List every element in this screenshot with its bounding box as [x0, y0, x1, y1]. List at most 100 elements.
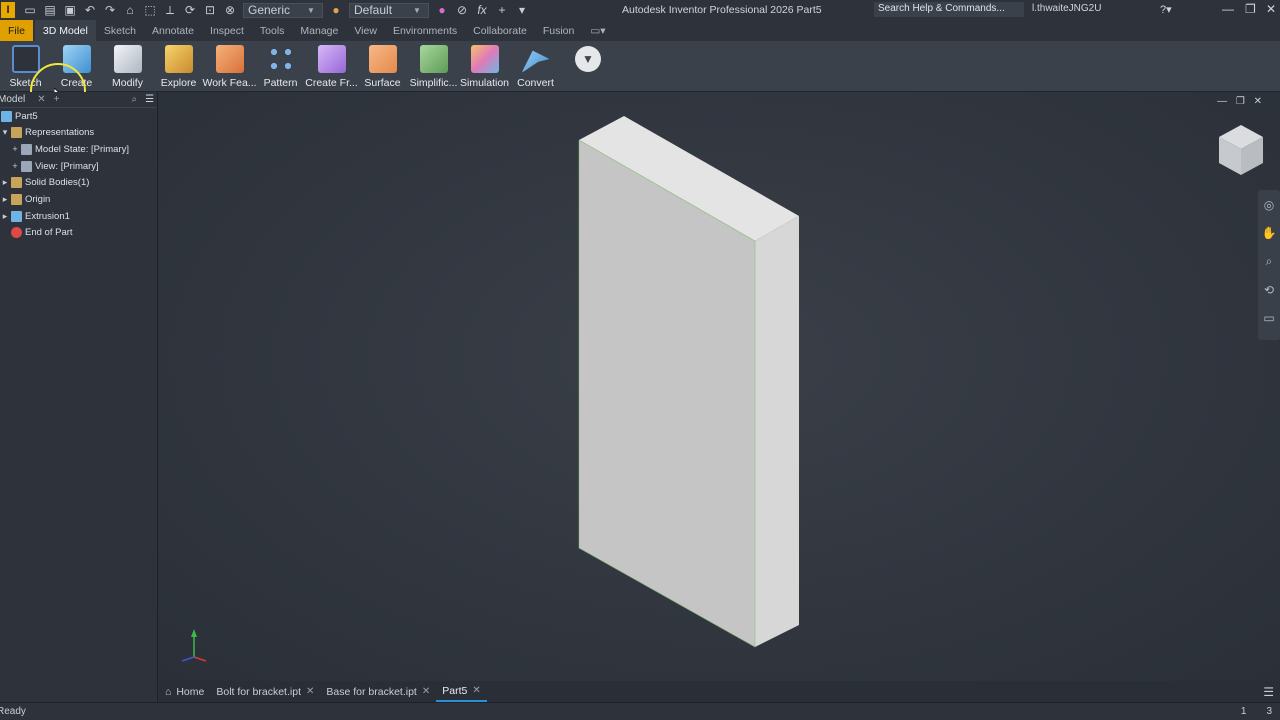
tab-inspect[interactable]: Inspect [202, 20, 252, 41]
minimize-icon[interactable]: — [1222, 2, 1234, 16]
select-icon[interactable]: ⬚ [143, 3, 157, 17]
viewport-window-controls: — ❐ ✕ [1217, 96, 1262, 107]
function-icon[interactable]: fx [475, 3, 489, 17]
browser-title[interactable]: Model [0, 94, 25, 105]
return-icon[interactable]: ⊡ [203, 3, 217, 17]
browser-node[interactable]: ▸ Solid Bodies(1) [0, 175, 89, 191]
save-icon[interactable]: ▣ [63, 3, 77, 17]
orbit-icon[interactable]: ⟲ [1264, 283, 1274, 297]
tab-environments[interactable]: Environments [385, 20, 465, 41]
browser-node[interactable]: ▸ Extrusion1 [0, 208, 70, 224]
close-icon[interactable]: ✕ [37, 94, 45, 105]
redo-icon[interactable]: ↷ [103, 3, 117, 17]
expander-icon[interactable]: ▾ [0, 127, 10, 138]
explore-icon [164, 45, 193, 73]
tab-3d-model[interactable]: 3D Model [34, 20, 96, 41]
add-icon[interactable]: + [54, 94, 60, 105]
modify-button[interactable]: Modify [102, 41, 153, 92]
home-icon: ⌂ [165, 685, 172, 698]
pattern-button[interactable]: Pattern [255, 41, 306, 92]
close-icon[interactable]: ✕ [1254, 96, 1262, 107]
restore-icon[interactable]: ❐ [1245, 2, 1256, 16]
search-icon[interactable]: ⌕ [131, 94, 137, 105]
doc-tab-home[interactable]: ⌂ Home [159, 681, 210, 702]
minimize-icon[interactable]: — [1217, 96, 1227, 107]
browser-node[interactable]: ▸ Origin [0, 192, 50, 208]
close-icon[interactable]: ✕ [422, 686, 430, 697]
undo-icon[interactable]: ↶ [83, 3, 97, 17]
tab-collaborate[interactable]: Collaborate [465, 20, 535, 41]
expander-icon[interactable]: + [10, 144, 20, 154]
look-at-icon[interactable]: ▭ [1263, 311, 1274, 325]
close-icon[interactable]: ✕ [306, 686, 314, 697]
browser-header: Model ✕ + ⌕ ☰ [0, 92, 157, 108]
app-logo[interactable]: I [1, 2, 15, 18]
menu-icon[interactable]: ☰ [145, 94, 154, 105]
steering-wheel-icon[interactable]: ◎ [1264, 198, 1274, 212]
tab-tools[interactable]: Tools [252, 20, 293, 41]
create-freeform-button[interactable]: Create Fr... [305, 41, 358, 92]
node-label: Origin [25, 194, 51, 205]
restore-icon[interactable]: ❐ [1236, 96, 1245, 107]
graphics-viewport[interactable]: — ❐ ✕ [159, 92, 1280, 681]
work-features-button[interactable]: Work Fea... [202, 41, 257, 92]
doc-tab-base-for-bracket[interactable]: Base for bracket.ipt ✕ [320, 681, 436, 702]
pan-icon[interactable]: ✋ [1262, 226, 1277, 240]
node-icon [11, 127, 22, 139]
status-text: Ready [0, 706, 26, 717]
explore-button[interactable]: Explore [153, 41, 204, 92]
document-tabs: ⌂ Home Bolt for bracket.ipt ✕ Base for b… [159, 681, 1280, 702]
measure-icon[interactable]: ⟂ [163, 3, 177, 18]
browser-node[interactable]: End of Part [0, 225, 73, 241]
tab-sketch[interactable]: Sketch [96, 20, 144, 41]
browser-node[interactable]: Part5 [0, 108, 38, 124]
user-account[interactable]: l.thwaiteJNG2U [1032, 3, 1101, 14]
viewcube-icon[interactable] [1217, 125, 1265, 177]
close-icon[interactable]: ✕ [1266, 2, 1276, 16]
ribbon-more-button[interactable]: ▼ [575, 46, 601, 72]
home-icon[interactable]: ⌂ [123, 3, 137, 17]
modify-icon [113, 45, 142, 73]
navigation-bar: ◎ ✋ ⌕ ⟲ ▭ [1258, 190, 1280, 340]
browser-node[interactable]: + View: [Primary] [0, 158, 99, 174]
clear-appearance-icon[interactable]: ⊘ [455, 3, 469, 17]
browser-node[interactable]: + Model State: [Primary] [0, 141, 129, 157]
tab-fusion[interactable]: Fusion [535, 20, 583, 41]
expander-icon[interactable]: ▸ [0, 177, 10, 188]
tab-file[interactable]: File [0, 20, 33, 41]
doc-tab-bolt-for-bracket[interactable]: Bolt for bracket.ipt ✕ [210, 681, 320, 702]
add-icon[interactable]: + [495, 3, 509, 17]
document-list-icon[interactable]: ☰ [1263, 685, 1274, 699]
search-input[interactable]: Search Help & Commands... [874, 2, 1024, 17]
doc-tab-part5[interactable]: Part5 ✕ [436, 681, 487, 702]
customize-icon[interactable]: ▾ [515, 3, 529, 17]
convert-icon [521, 50, 550, 73]
status-count-2: 3 [1266, 706, 1272, 717]
create-freeform-icon [317, 45, 346, 73]
browser-node[interactable]: ▾ Representations [0, 125, 94, 141]
update-icon[interactable]: ⟳ [183, 3, 197, 17]
cancel-icon[interactable]: ⊗ [223, 3, 237, 17]
appearance-icon[interactable]: ● [329, 3, 343, 17]
open-icon[interactable]: ▤ [43, 3, 57, 17]
color-icon[interactable]: ● [435, 3, 449, 17]
material-dropdown[interactable]: Generic ▼ [243, 2, 323, 18]
ribbon-options-icon[interactable]: ▭▾ [582, 20, 613, 41]
convert-button[interactable]: Convert [510, 41, 561, 92]
close-icon[interactable]: ✕ [472, 685, 480, 696]
model-side-face[interactable] [755, 216, 799, 647]
appearance-dropdown[interactable]: Default ▼ [349, 2, 429, 18]
simulation-button[interactable]: Simulation [459, 41, 510, 92]
part-model[interactable] [159, 92, 1280, 681]
zoom-icon[interactable]: ⌕ [1266, 254, 1273, 269]
new-icon[interactable]: ▭ [23, 3, 37, 17]
tab-annotate[interactable]: Annotate [144, 20, 202, 41]
tab-view[interactable]: View [346, 20, 385, 41]
expander-icon[interactable]: + [10, 161, 20, 171]
simplification-button[interactable]: Simplific... [408, 41, 459, 92]
expander-icon[interactable]: ▸ [0, 211, 10, 222]
expander-icon[interactable]: ▸ [0, 194, 10, 205]
surface-button[interactable]: Surface [357, 41, 408, 92]
help-icon[interactable]: ?▾ [1160, 3, 1172, 16]
tab-manage[interactable]: Manage [292, 20, 346, 41]
